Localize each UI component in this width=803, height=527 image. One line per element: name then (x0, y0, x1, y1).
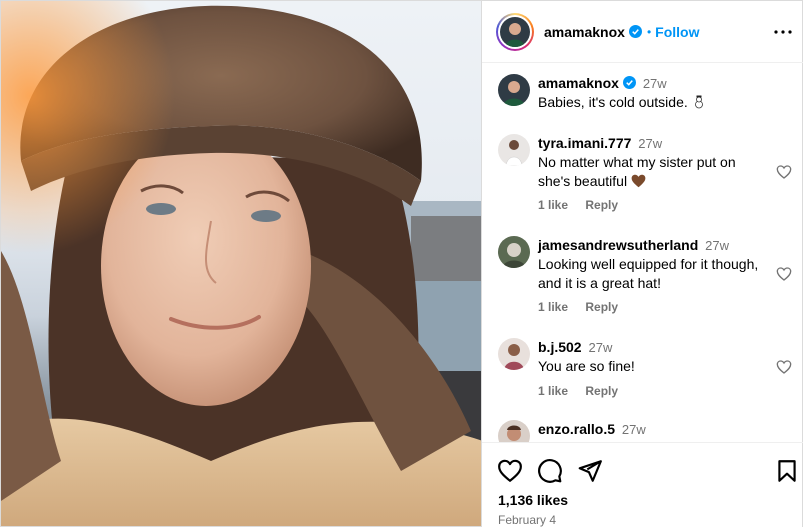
comment-username[interactable]: jamesandrewsutherland (538, 237, 698, 253)
verified-badge-icon (628, 25, 642, 38)
brown-heart-emoji-icon (631, 174, 646, 188)
bookmark-icon[interactable] (774, 458, 800, 484)
comment-meta: 1 like Reply (538, 384, 632, 398)
comment-meta: 1 like Reply (538, 198, 632, 212)
more-horizontal-icon (774, 30, 792, 34)
avatar[interactable] (498, 338, 530, 370)
caption-time[interactable]: 27w (643, 76, 667, 91)
comment-time[interactable]: 27w (588, 340, 612, 355)
comment-row: tyra.imani.777 27w No matter what my sis… (498, 134, 798, 214)
comment-row: b.j.502 27w You are so fine! 1 like Repl… (498, 338, 798, 402)
comment-row: enzo.rallo.5 27w (498, 420, 798, 442)
story-ring[interactable] (496, 12, 534, 51)
post-header: amamaknox • Follow (482, 1, 803, 63)
comment-likes[interactable]: 1 like (538, 384, 568, 398)
comment-likes[interactable]: 1 like (538, 300, 568, 314)
like-comment-heart-icon[interactable] (776, 266, 792, 282)
avatar[interactable] (498, 420, 530, 442)
comment-text: Looking well equipped for it though, and… (538, 256, 759, 291)
separator-dot: • (646, 24, 652, 39)
avatar[interactable] (498, 74, 530, 106)
comment-row: jamesandrewsutherland 27w Looking well e… (498, 236, 798, 316)
paper-plane-icon[interactable] (577, 458, 603, 484)
heart-icon[interactable] (497, 458, 523, 484)
follow-button[interactable]: Follow (655, 24, 699, 40)
reply-button[interactable]: Reply (585, 300, 618, 314)
caption-text: Babies, it's cold outside. (538, 93, 770, 112)
comment-username[interactable]: tyra.imani.777 (538, 135, 631, 151)
like-comment-heart-icon[interactable] (776, 164, 792, 180)
verified-badge-icon (622, 76, 636, 89)
post-date[interactable]: February 4 (498, 513, 556, 527)
reply-button[interactable]: Reply (585, 384, 618, 398)
post-details-panel: amamaknox • Follow amamaknox 27w Babies,… (482, 0, 803, 527)
caption-username[interactable]: amamaknox (538, 75, 619, 91)
more-options-button[interactable] (773, 23, 793, 41)
comment-time[interactable]: 27w (638, 136, 662, 151)
reply-button[interactable]: Reply (585, 198, 618, 212)
avatar (500, 16, 530, 47)
post-actions-bar: 1,136 likes February 4 (482, 442, 803, 527)
comment-likes[interactable]: 1 like (538, 198, 568, 212)
post-author-username[interactable]: amamaknox (544, 24, 625, 40)
selfie-photo (1, 1, 481, 526)
caption-row: amamaknox 27w Babies, it's cold outside. (498, 74, 798, 114)
snowman-emoji-icon (694, 95, 703, 109)
comment-time[interactable]: 27w (622, 422, 646, 437)
post-photo[interactable] (0, 0, 482, 527)
comments-list[interactable]: amamaknox 27w Babies, it's cold outside.… (482, 64, 803, 442)
comment-time[interactable]: 27w (705, 238, 729, 253)
comment-bubble-icon[interactable] (537, 458, 563, 484)
avatar[interactable] (498, 236, 530, 268)
comment-text: No matter what my sister put on she's be… (538, 154, 736, 189)
likes-count[interactable]: 1,136 likes (498, 492, 568, 508)
avatar[interactable] (498, 134, 530, 166)
like-comment-heart-icon[interactable] (776, 359, 792, 375)
comment-username[interactable]: b.j.502 (538, 339, 582, 355)
comment-text: You are so fine! (538, 358, 635, 374)
comment-username[interactable]: enzo.rallo.5 (538, 421, 615, 437)
comment-meta: 1 like Reply (538, 300, 632, 314)
